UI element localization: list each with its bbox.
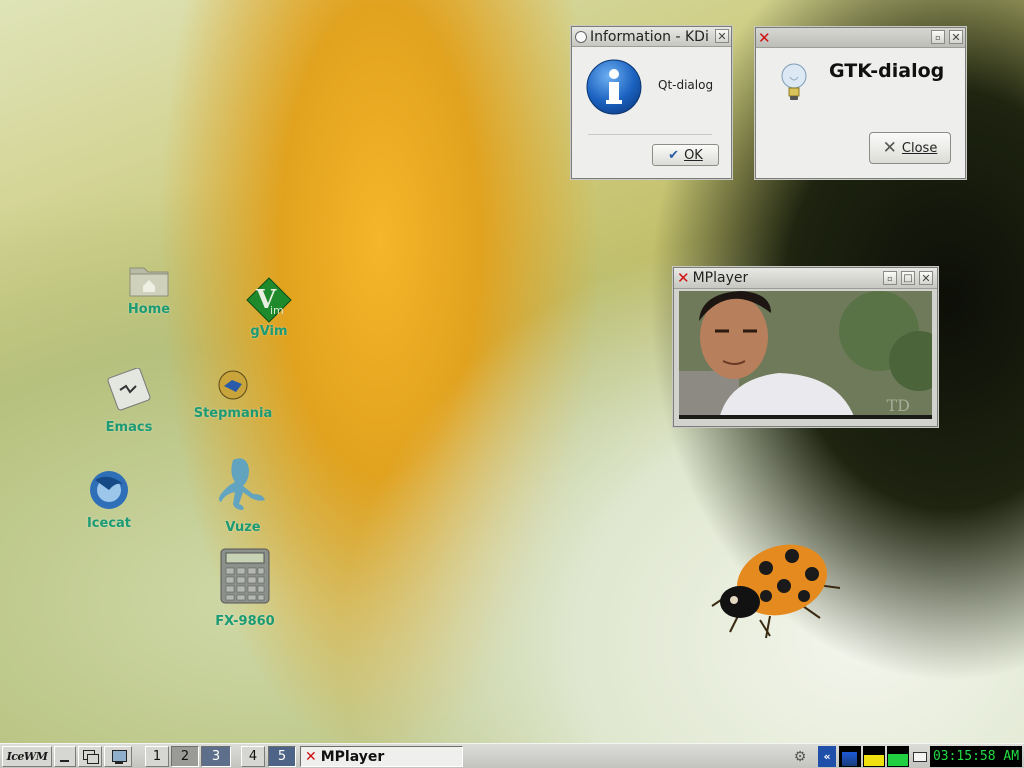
desktop-icon-label: Home [127,302,171,317]
stepmania-icon [216,368,250,402]
icecat-icon [87,468,131,512]
tray-settings-icon[interactable]: ⚙ [791,746,809,767]
lightbulb-icon [778,61,810,107]
close-icon[interactable]: ✕ [919,271,933,285]
information-icon [585,58,643,116]
maximize-icon[interactable]: □ [901,271,915,285]
window-title: MPlayer [692,270,749,286]
gtk-dialog: ✕ ▫ ✕ GTK-dialog ✕ Close [755,27,966,179]
workspace-5-active[interactable]: 5 [268,746,296,767]
calculator-icon [220,548,270,604]
task-button-mplayer[interactable]: ✕ MPlayer [300,746,463,767]
monitor-stand [115,762,123,764]
workspace-label: 5 [277,749,287,764]
dialog-separator [588,134,712,135]
workspace-3[interactable]: 3 [201,746,231,767]
gtk-dialog-titlebar[interactable]: ✕ ▫ ✕ [756,28,965,48]
show-desktop-button[interactable] [104,746,132,767]
windows-icon-back [87,754,99,764]
close-icon[interactable]: ✕ [715,29,729,43]
window-menu-x-icon[interactable]: ✕ [758,29,771,47]
desktop-icon-label: Icecat [86,516,132,531]
mplayer-titlebar[interactable]: ✕ MPlayer ▫ □ ✕ [674,268,937,289]
wallpaper-ladybug [700,534,850,644]
taskbar: IceWM 1 2 3 4 5 ✕ MPlayer ⚙ « 03:15:58 A… [0,743,1024,768]
memory-monitor-graph [887,746,909,767]
desktop-icon-fx9860[interactable]: FX-9860 [200,548,290,629]
cpu-graph-bar [842,752,857,766]
workspace-label: 3 [211,749,221,764]
workspace-2[interactable]: 2 [171,746,199,767]
workspace-1[interactable]: 1 [145,746,169,767]
mem-graph-fill [888,754,908,766]
video-frame[interactable]: TD [679,291,932,419]
ok-button[interactable]: ✔ OK [652,144,719,166]
video-watermark: TD [886,396,911,415]
desktop-icon-emacs[interactable]: Emacs [84,367,174,435]
desktop-icon-label: FX-9860 [215,614,275,629]
vim-icon: V im [245,276,293,324]
desktop-icon-stepmania[interactable]: Stepmania [188,368,278,421]
emacs-icon [106,367,152,412]
mail-icon[interactable] [911,746,928,767]
vuze-frog-icon [211,454,275,514]
window-list-button[interactable] [78,746,102,767]
workspace-label: 2 [180,749,190,764]
dialog-message: Qt-dialog [658,78,714,92]
desktop-icon-label: Emacs [105,420,153,435]
cpu-monitor-graph [839,746,861,767]
minimize-all-button[interactable] [54,746,76,767]
ok-button-label: OK [684,147,703,163]
window-title: Information - KDi [590,28,708,45]
mplayer-task-icon: ✕ [305,748,317,765]
minimize-icon[interactable]: ▫ [883,271,897,285]
svg-text:im: im [270,304,284,317]
mplayer-window: ✕ MPlayer ▫ □ ✕ TD [673,267,938,427]
workspace-label: 4 [248,749,258,764]
gtk-dialog-heading: GTK-dialog [829,60,945,82]
desktop-icon-home[interactable]: Home [104,262,194,317]
check-icon: ✔ [668,147,680,163]
folder-home-icon [128,262,170,298]
window-menu-x-icon[interactable]: ✕ [677,269,690,287]
start-menu-button[interactable]: IceWM [2,746,52,767]
start-menu-label: IceWM [6,750,48,763]
desktop-icon-label: gVim [250,324,288,339]
envelope-shape [912,751,927,762]
workspace-4[interactable]: 4 [241,746,265,767]
tray-kde-icon[interactable]: « [818,746,836,767]
close-button-label: Close [901,140,938,156]
desktop-icon-vuze[interactable]: Vuze [198,454,288,535]
desktop-icon-label: Vuze [225,520,261,535]
desktop-icon-label: Stepmania [193,406,273,421]
task-label: MPlayer [320,748,385,765]
network-monitor-graph [863,746,885,767]
window-menu-icon[interactable] [575,30,587,43]
close-button[interactable]: ✕ Close [869,132,951,164]
minimize-icon [60,760,69,762]
desktop-monitor-icon [112,750,127,762]
close-icon[interactable]: ✕ [949,30,963,44]
net-graph-fill [864,755,884,766]
clock-time: 03:15:58 AM [932,749,1020,764]
workspace-label: 1 [152,749,162,764]
desktop-icon-gvim[interactable]: V im gVim [224,276,314,339]
kde-dialog-titlebar[interactable]: Information - KDi ✕ [572,27,731,47]
desktop-icon-icecat[interactable]: Icecat [64,468,154,531]
clock[interactable]: 03:15:58 AM [930,746,1022,767]
kde-info-dialog: Information - KDi ✕ Qt-dialog ✔ OK [571,26,732,179]
close-x-icon: ✕ [882,138,897,158]
minimize-icon[interactable]: ▫ [931,30,945,44]
